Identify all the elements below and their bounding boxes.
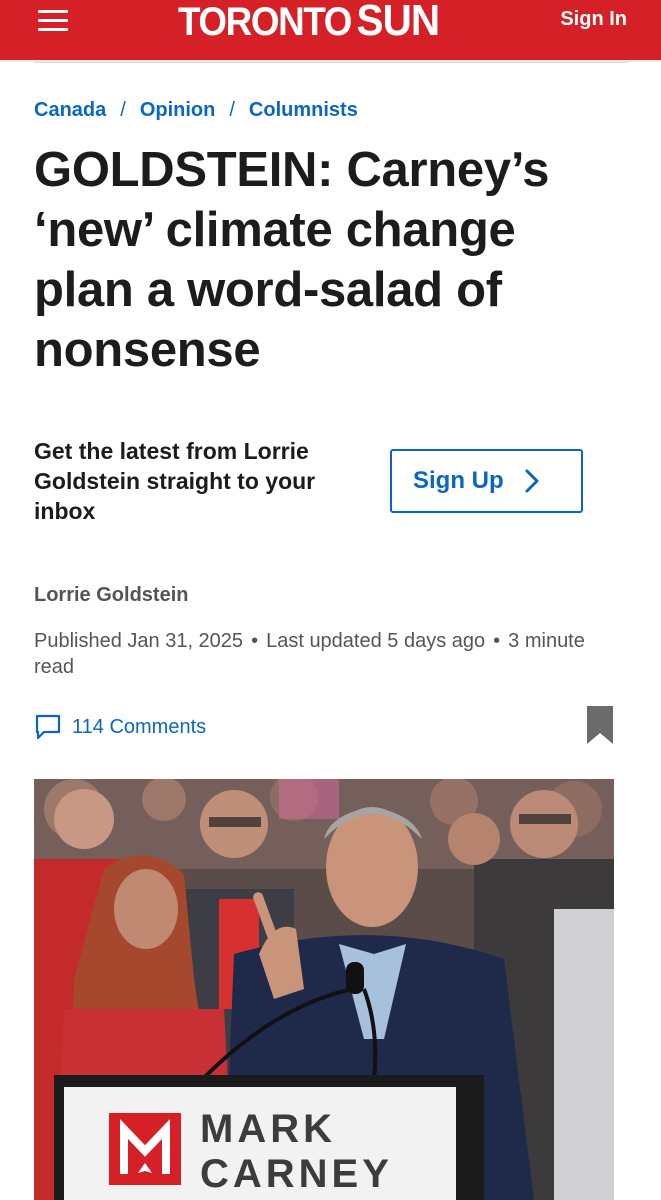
author-name[interactable]: Lorrie Goldstein xyxy=(34,584,188,607)
breadcrumb: Canada / Opinion / Columnists xyxy=(34,99,358,122)
comments-link[interactable]: 114 Comments xyxy=(34,713,206,741)
article-photo: MARK CARNEY xyxy=(34,779,614,1200)
sign-up-label: Sign Up xyxy=(413,467,504,494)
bookmark-icon[interactable] xyxy=(586,705,614,745)
top-bar: TORONTO SUN Sign In xyxy=(0,0,661,62)
breadcrumb-canada[interactable]: Canada xyxy=(34,99,106,121)
header-divider xyxy=(34,62,628,63)
newsletter-prompt: Get the latest from Lorrie Goldstein str… xyxy=(34,438,316,524)
logo-toronto: TORONTO xyxy=(178,0,352,44)
breadcrumb-separator: / xyxy=(120,99,126,121)
published-date: Published Jan 31, 2025 xyxy=(34,630,244,652)
logo-sun: SUN xyxy=(356,0,441,45)
photo-scene: MARK CARNEY xyxy=(34,779,614,1200)
podium-text-line2: CARNEY xyxy=(200,1152,393,1196)
comment-icon xyxy=(35,714,61,740)
sign-in-button[interactable]: Sign In xyxy=(560,8,627,31)
breadcrumb-opinion[interactable]: Opinion xyxy=(140,99,216,121)
meta-separator: • xyxy=(251,630,259,652)
article-meta: Published Jan 31, 2025 • Last updated 5 da… xyxy=(34,628,594,680)
last-updated: Last updated 5 days ago xyxy=(266,630,486,652)
site-logo[interactable]: TORONTO SUN xyxy=(178,0,441,45)
article-title: GOLDSTEIN: Carney’s ‘new’ climate change… xyxy=(34,143,550,377)
menu-icon[interactable] xyxy=(38,10,68,32)
breadcrumb-separator: / xyxy=(229,99,235,121)
breadcrumb-columnists[interactable]: Columnists xyxy=(249,99,358,121)
comments-count: 114 Comments xyxy=(72,715,207,738)
sign-up-button[interactable]: Sign Up xyxy=(390,449,583,513)
podium-text-line1: MARK xyxy=(200,1107,336,1151)
meta-separator: • xyxy=(493,630,501,652)
chevron-right-icon xyxy=(525,469,539,493)
